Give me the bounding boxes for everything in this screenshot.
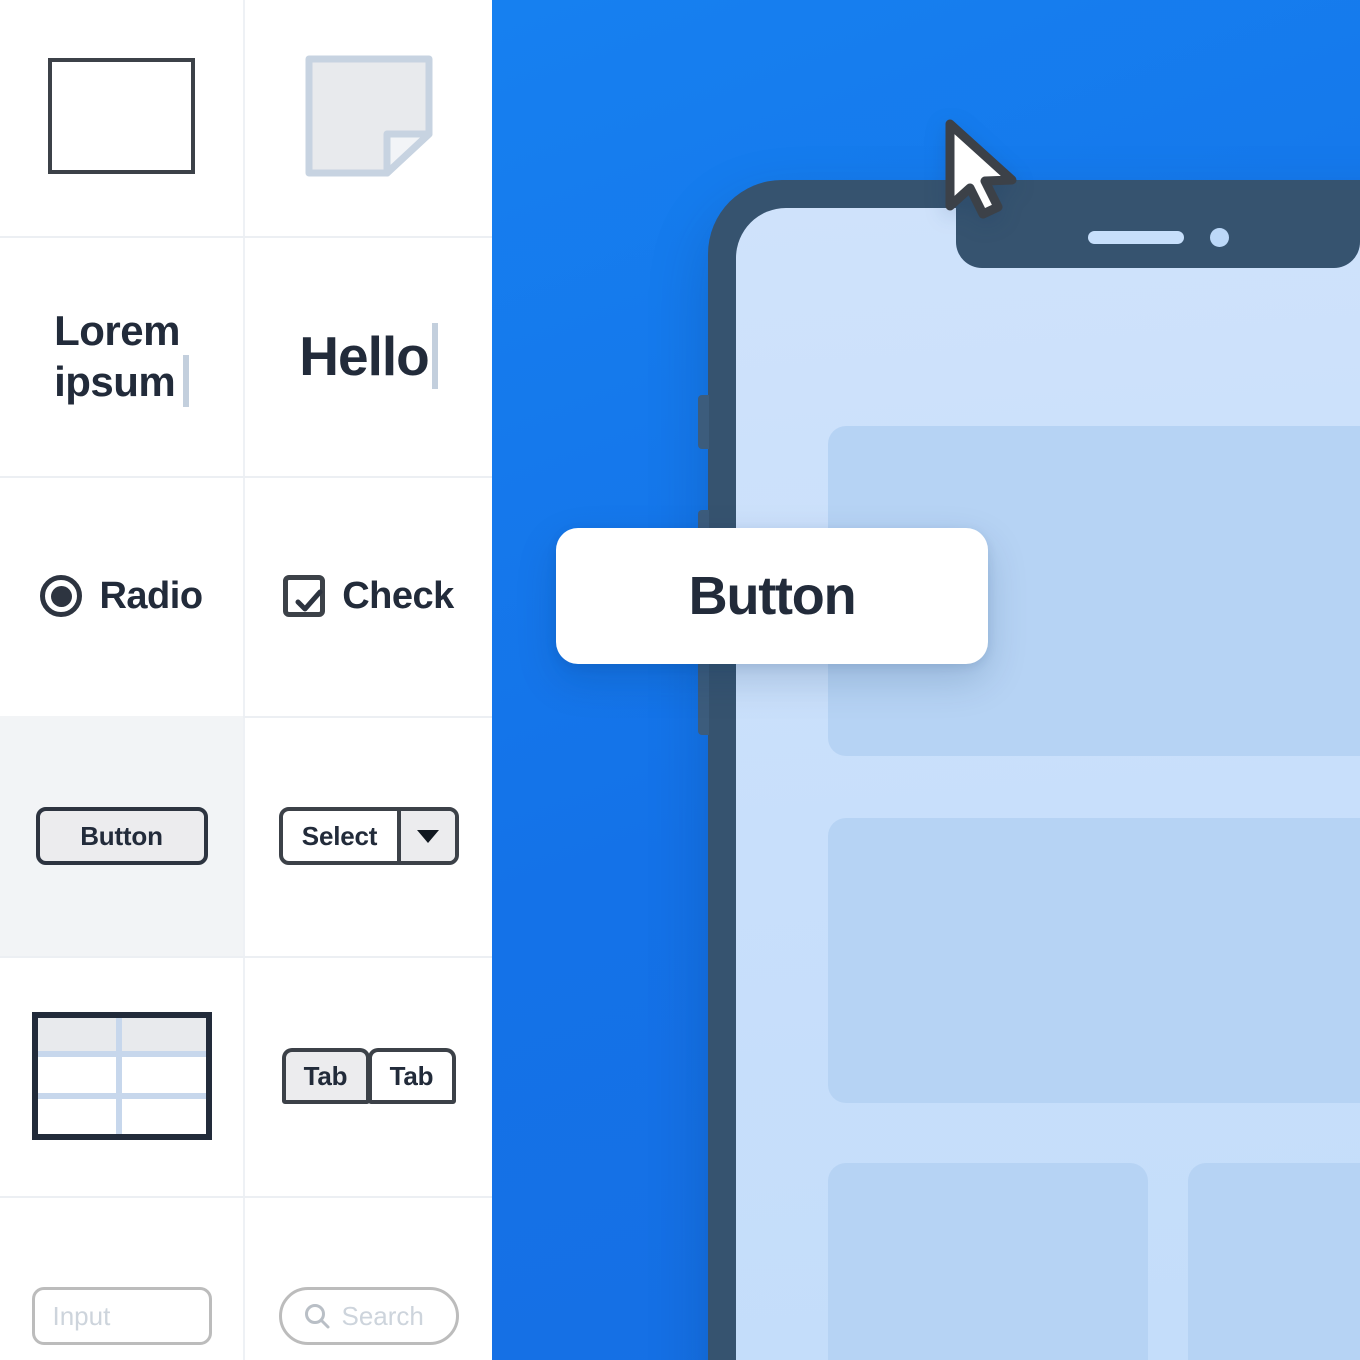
preview-button-label: Button [688,566,857,626]
heading-sample: Hello [299,323,438,389]
skeleton-content-block [828,818,1360,1103]
palette-cell-heading[interactable]: Hello [245,236,492,476]
preview-panel: Button [492,0,1360,1360]
input-placeholder-label: Input [52,1300,111,1331]
select-sample-label: Select [301,820,378,851]
rectangle-icon [48,58,195,174]
button-sample[interactable]: Button [35,807,208,865]
mute-switch-button[interactable] [698,395,709,449]
checkbox-control[interactable]: Check [283,575,454,618]
palette-cell-note[interactable] [245,0,492,236]
radio-icon [40,575,83,617]
component-palette: Lorem ipsum Hello Radio Check Button Sel… [0,0,492,1360]
paragraph-sample: Lorem ipsum [54,305,189,408]
tab-item-two[interactable]: Tab [367,1048,456,1104]
tab-one-label: Tab [303,1060,348,1091]
radio-control[interactable]: Radio [40,574,203,618]
heading-label: Hello [299,325,429,387]
search-placeholder-label: Search [341,1300,424,1331]
text-caret [182,355,189,408]
checkmark-icon [283,575,326,617]
front-camera-icon [1209,227,1229,247]
paragraph-label: Lorem ipsum [54,306,180,405]
palette-cell-checkbox[interactable]: Check [245,476,492,716]
skeleton-card-left [828,1163,1148,1360]
palette-cell-radio[interactable]: Radio [0,476,243,716]
input-sample[interactable]: Input [31,1287,212,1345]
search-icon [304,1304,329,1329]
checkbox-label: Check [342,574,454,617]
skeleton-card-right [1188,1163,1360,1360]
speaker-slot-icon [1087,230,1184,244]
palette-cell-tabs[interactable]: Tab Tab [245,956,492,1196]
phone-mockup [698,180,1360,1360]
tab-item-one[interactable]: Tab [281,1048,370,1104]
tabs-sample[interactable]: Tab Tab [281,1048,456,1104]
palette-cell-select[interactable]: Select [245,716,492,956]
mouse-pointer-icon [945,119,1017,219]
note-page-icon [305,55,432,177]
tab-two-label: Tab [389,1060,434,1091]
radio-label: Radio [99,574,203,617]
palette-cell-search[interactable]: Search [245,1196,492,1360]
button-sample-label: Button [80,820,163,851]
palette-cell-table[interactable] [0,956,243,1196]
chevron-down-icon[interactable] [396,811,455,861]
phone-screen [736,208,1360,1360]
canvas: Lorem ipsum Hello Radio Check Button Sel… [0,0,1360,1360]
palette-cell-button[interactable]: Button [0,716,243,956]
palette-cell-input[interactable]: Input [0,1196,243,1360]
search-sample[interactable]: Search [278,1287,459,1345]
preview-button[interactable]: Button [556,528,988,664]
palette-cell-rectangle[interactable] [0,0,243,236]
text-caret [431,323,438,389]
palette-cell-paragraph[interactable]: Lorem ipsum [0,236,243,476]
select-sample[interactable]: Select [278,807,459,865]
table-icon [31,1012,212,1140]
